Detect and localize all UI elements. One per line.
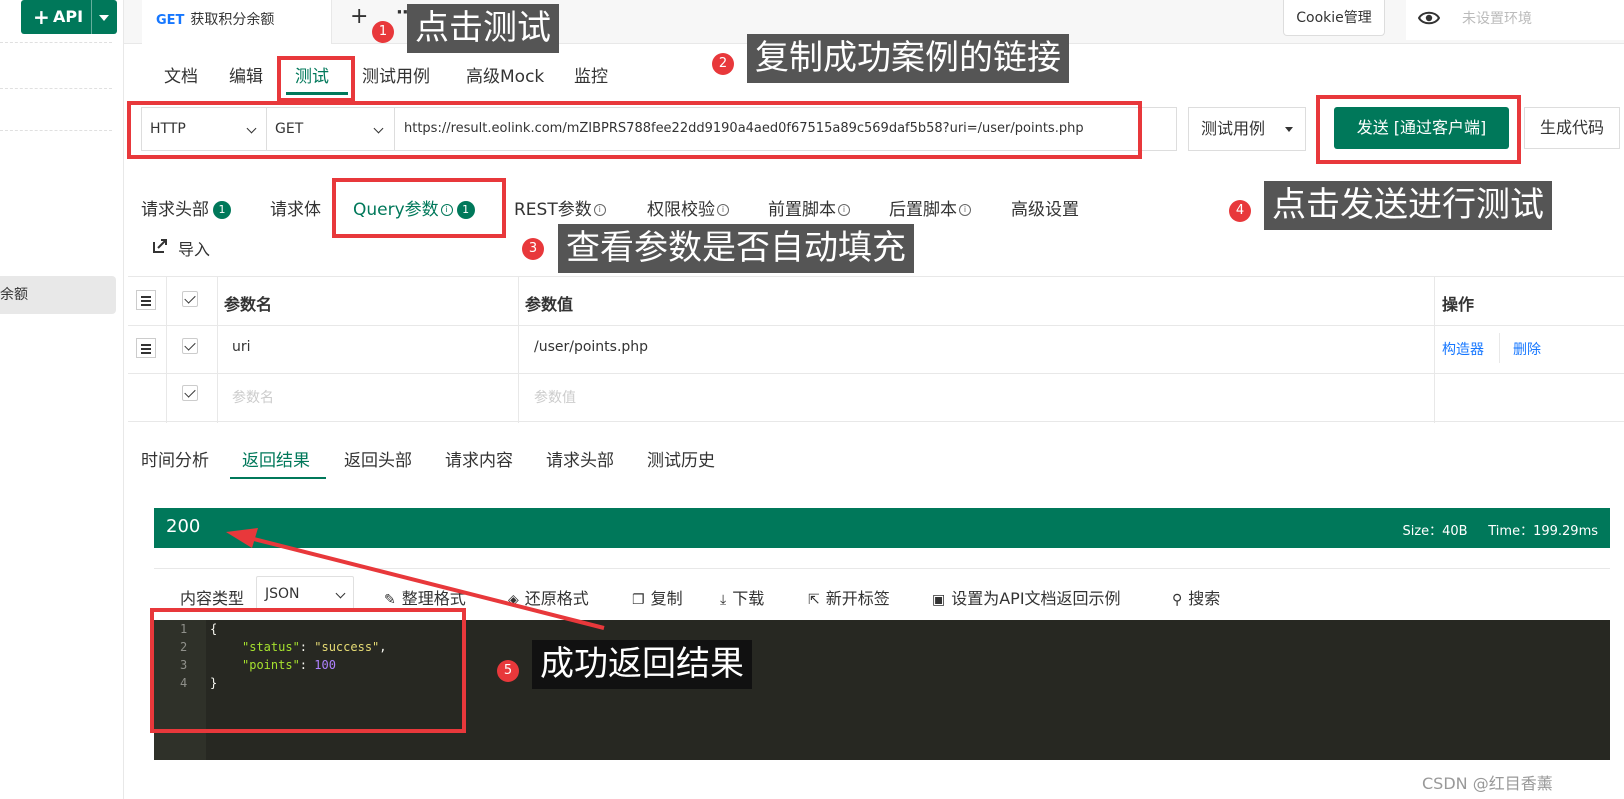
annotation-number: 4 [1229, 200, 1251, 222]
annotation-arrow [226, 528, 605, 630]
annotation-number: 3 [522, 238, 544, 260]
annotation-callout: 成功返回结果 [532, 640, 752, 689]
annotation-number: 1 [372, 21, 394, 43]
annotation-number: 5 [497, 660, 519, 682]
annotation-callout: 查看参数是否自动填充 [558, 224, 914, 273]
annotation-number: 2 [712, 53, 734, 75]
annotation-callout: 点击发送进行测试 [1264, 181, 1552, 230]
annotation-callout: 点击测试 [407, 4, 559, 53]
annotation-callout: 复制成功案例的链接 [747, 34, 1069, 83]
